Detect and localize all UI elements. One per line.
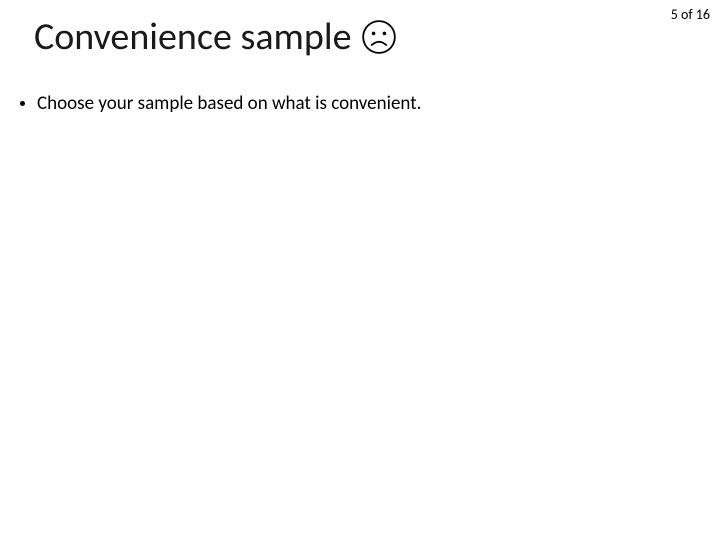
title-text: Convenience sample — [34, 14, 351, 60]
slide-title: Convenience sample — [34, 14, 397, 60]
sad-face-icon — [361, 19, 397, 55]
bullet-dot-icon — [20, 101, 25, 106]
bullet-list: Choose your sample based on what is conv… — [20, 92, 421, 115]
page-counter: 5 of 16 — [671, 6, 710, 23]
bullet-text: Choose your sample based on what is conv… — [37, 92, 421, 115]
list-item: Choose your sample based on what is conv… — [20, 92, 421, 115]
